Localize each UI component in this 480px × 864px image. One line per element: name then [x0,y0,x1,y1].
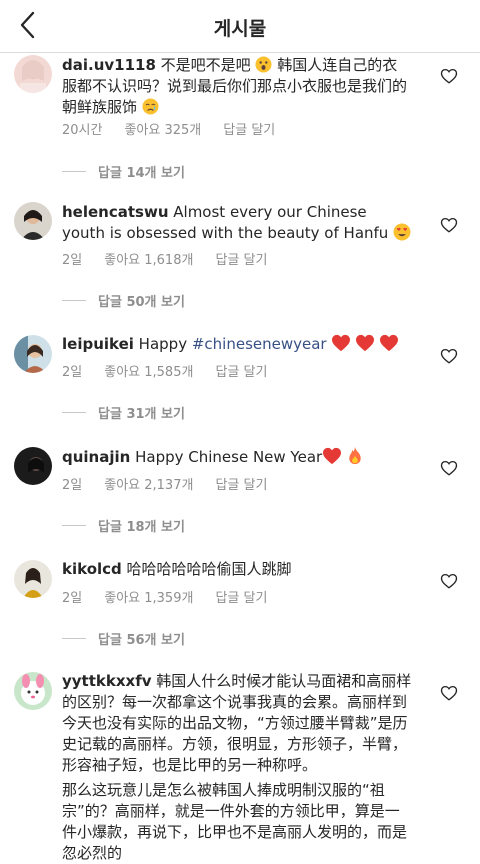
reply-button[interactable]: 답글 달기 [223,123,275,138]
reply-button[interactable]: 답글 달기 [215,253,267,268]
comment-text: 不是吧不是吧 [155,56,251,74]
like-heart-icon[interactable] [440,684,458,702]
comment-username[interactable]: dai.uv1118 [62,56,156,74]
comment-likes[interactable]: 좋아요 325개 [124,123,201,138]
header-bar: 게시물 [0,0,480,53]
avatar[interactable] [14,560,52,598]
comment-time: 20시간 [62,123,103,138]
comment-meta: 20시간 좋아요 325개 답글 달기 [62,119,297,138]
view-replies-label: 답글 31개 보기 [98,407,185,422]
fire-emoji-icon [349,446,361,465]
avatar[interactable] [14,55,52,93]
comment-meta: 2일 좋아요 2,137개 답글 달기 [62,474,289,493]
view-replies-button[interactable]: 답글 31개 보기 [62,403,185,422]
view-replies-label: 답글 50개 보기 [98,295,185,310]
comment-body: quinajin Happy Chinese New Year [62,446,412,468]
comment-time: 2일 [62,365,83,380]
crying-face-emoji-icon [142,98,159,115]
view-replies-button[interactable]: 답글 50개 보기 [62,291,185,310]
red-heart-emoji-icon [380,334,399,352]
comment-time: 2일 [62,478,83,493]
like-heart-icon[interactable] [440,347,458,365]
divider-line [62,412,86,413]
like-heart-icon[interactable] [440,216,458,234]
reply-button[interactable]: 답글 달기 [215,591,267,606]
comment-username[interactable]: yyttkkxxfv [62,672,152,690]
avatar[interactable] [14,202,52,240]
divider-line [62,525,86,526]
view-replies-button[interactable]: 답글 18개 보기 [62,516,185,535]
like-heart-icon[interactable] [440,67,458,85]
view-replies-label: 답글 14개 보기 [98,166,185,181]
divider-line [62,638,86,639]
comment-username[interactable]: quinajin [62,448,130,466]
view-replies-label: 답글 56개 보기 [98,633,185,648]
comment-username[interactable]: helencatswu [62,203,169,221]
comment-body: leipuikei Happy #chinesenewyear [62,334,412,355]
view-replies-label: 답글 18개 보기 [98,520,185,535]
comment-text: 哈哈哈哈哈哈偷国人跳脚 [121,560,292,578]
comment-body: kikolcd 哈哈哈哈哈哈偷国人跳脚 [62,559,412,580]
comment-username[interactable]: kikolcd [62,560,122,578]
view-replies-button[interactable]: 답글 14개 보기 [62,162,185,181]
reply-button[interactable]: 답글 달기 [215,478,267,493]
comment-body: dai.uv1118 不是吧不是吧 韩国人连自己的衣服都不认识吗？说到最后你们那… [62,55,412,118]
comment-time: 2일 [62,591,83,606]
comment-likes[interactable]: 좋아요 1,359개 [104,591,193,606]
comment-meta: 2일 좋아요 1,618개 답글 달기 [62,249,289,268]
comment-body: yyttkkxxfv 韩国人什么时候才能认马面裙和高丽样的区别？每一次都拿这个说… [62,671,412,864]
reply-button[interactable]: 답글 달기 [215,365,267,380]
page-title: 게시물 [213,18,267,40]
red-heart-emoji-icon [332,334,351,352]
comment-likes[interactable]: 좋아요 1,585개 [104,365,193,380]
comment-meta: 2일 좋아요 1,359개 답글 달기 [62,587,289,606]
hashtag-link[interactable]: #chinesenewyear [192,335,327,353]
comment-likes[interactable]: 좋아요 2,137개 [104,478,193,493]
divider-line [62,300,86,301]
comment-time: 2일 [62,253,83,268]
avatar[interactable] [14,447,52,485]
comment-meta: 2일 좋아요 1,585개 답글 달기 [62,361,289,380]
comment-text: Happy [133,335,192,353]
comment-body: helencatswu Almost every our Chinese you… [62,202,412,244]
like-heart-icon[interactable] [440,459,458,477]
comment-likes[interactable]: 좋아요 1,618개 [104,253,193,268]
avatar[interactable] [14,672,52,710]
divider-line [62,171,86,172]
avatar[interactable] [14,335,52,373]
heart-eyes-emoji-icon [393,223,411,241]
like-heart-icon[interactable] [440,572,458,590]
comment-text-continued: 那么这玩意儿是怎么被韩国人捧成明制汉服的“祖宗”的？高丽样，就是一件外套的方领比… [62,781,408,862]
comment-username[interactable]: leipuikei [62,335,134,353]
astonished-face-emoji-icon [255,56,272,73]
red-heart-emoji-icon [356,334,375,352]
red-heart-emoji-icon [323,447,342,465]
view-replies-button[interactable]: 답글 56개 보기 [62,629,185,648]
comment-text: Happy Chinese New Year [130,448,323,466]
